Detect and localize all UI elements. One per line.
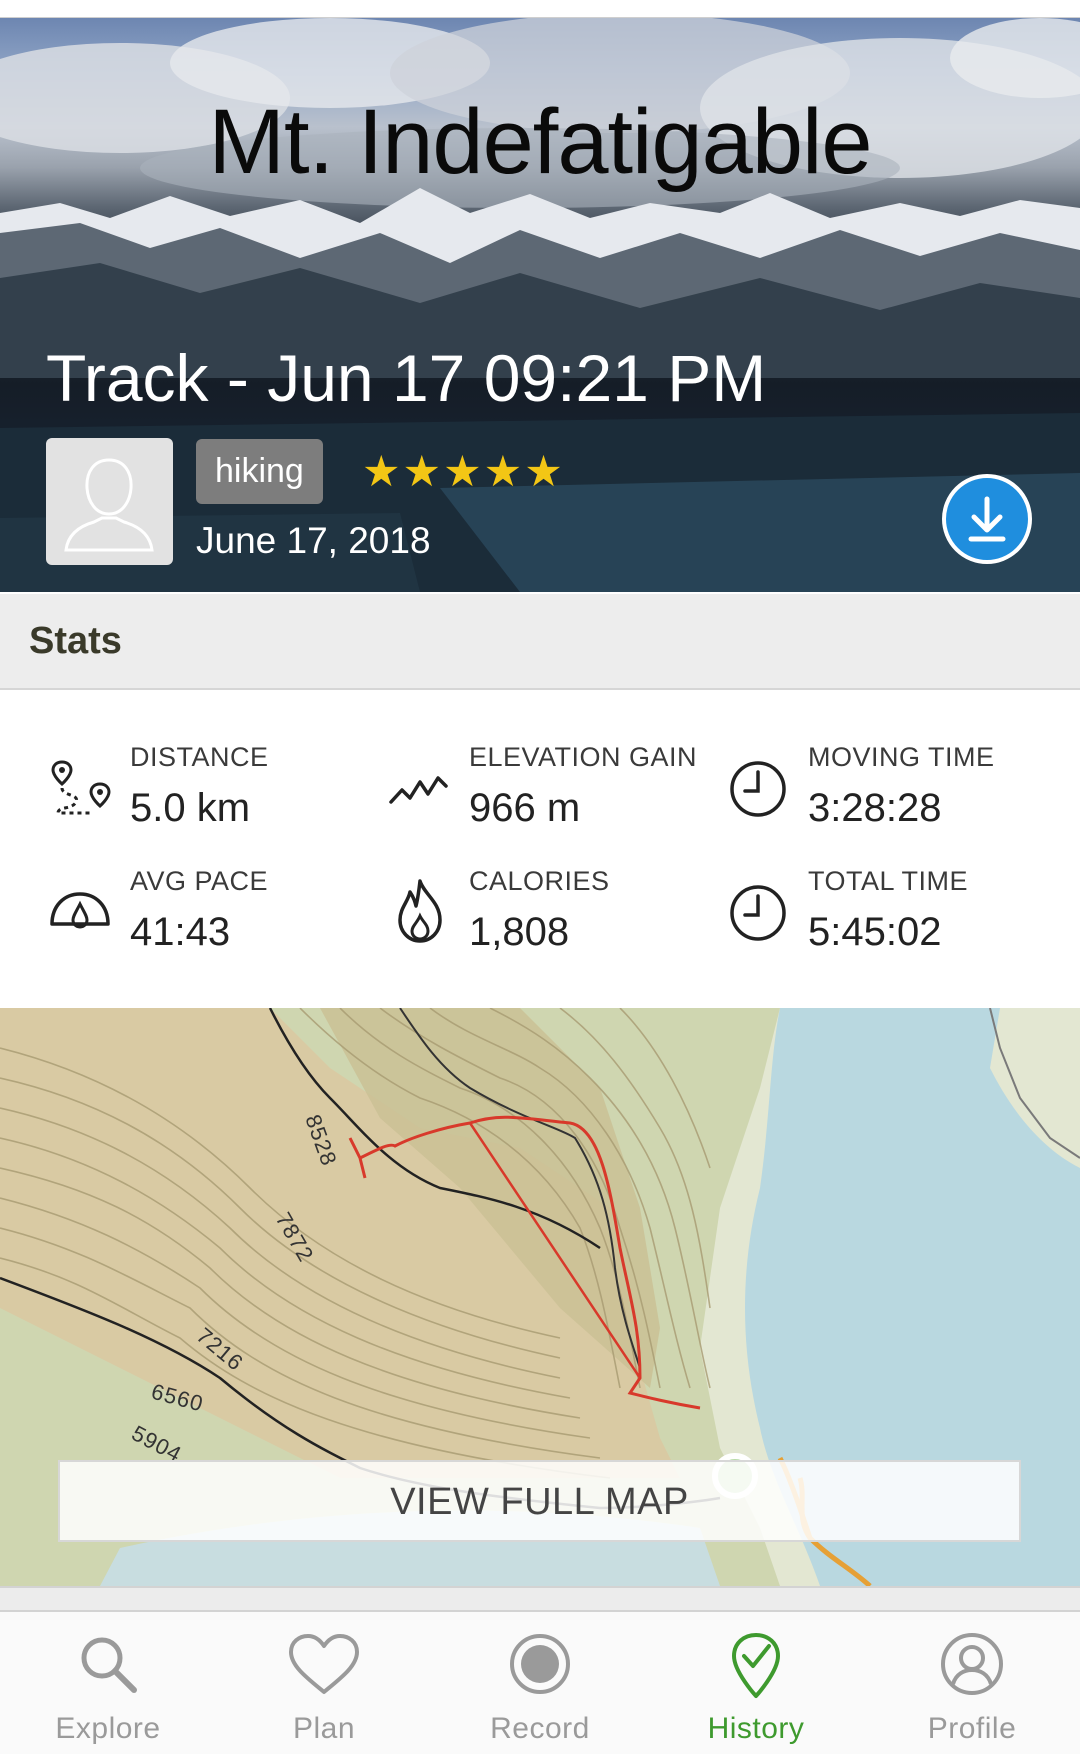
profile-icon — [940, 1632, 1004, 1701]
stat-label-calories: CALORIES — [469, 866, 610, 896]
speedometer-icon — [46, 888, 114, 937]
stats-section-header: Stats — [0, 594, 1080, 690]
stats-header-label: Stats — [29, 620, 122, 662]
clock-icon — [727, 758, 789, 825]
tab-label-profile: Profile — [927, 1712, 1017, 1745]
avatar-placeholder-icon — [64, 458, 154, 552]
flame-icon — [396, 878, 444, 949]
hero-photo: Mt. Indefatigable Track - Jun 17 09:21 P… — [0, 18, 1080, 592]
tab-history[interactable]: History — [648, 1612, 864, 1754]
tabbar-separator — [0, 1586, 1080, 1612]
activity-type-badge: hiking — [196, 439, 323, 504]
avatar[interactable] — [46, 438, 173, 565]
stat-value-total-time: 5:45:02 — [808, 910, 942, 954]
stat-value-calories: 1,808 — [469, 910, 570, 954]
hero-overlay-title: Mt. Indefatigable — [208, 91, 872, 193]
tab-label-plan: Plan — [292, 1712, 356, 1745]
record-icon — [508, 1632, 572, 1701]
tab-label-explore: Explore — [55, 1712, 161, 1745]
stat-label-elevation-gain: ELEVATION GAIN — [469, 742, 698, 772]
download-button[interactable] — [942, 474, 1032, 564]
clock-icon — [727, 882, 789, 949]
tab-label-record: Record — [490, 1712, 590, 1745]
heart-icon — [287, 1632, 361, 1701]
stat-value-moving-time: 3:28:28 — [808, 786, 942, 830]
stat-label-distance: DISTANCE — [130, 742, 269, 772]
distance-pin-icon — [50, 758, 112, 825]
tab-label-history: History — [707, 1712, 805, 1745]
stat-value-distance: 5.0 km — [130, 786, 251, 830]
view-full-map-button[interactable]: VIEW FULL MAP — [58, 1460, 1021, 1542]
status-strip — [0, 0, 1080, 18]
stat-value-avg-pace: 41:43 — [130, 910, 231, 954]
track-title: Track - Jun 17 09:21 PM — [46, 341, 767, 415]
app-screen: Mt. Indefatigable Track - Jun 17 09:21 P… — [0, 0, 1080, 1754]
tab-explore[interactable]: Explore — [0, 1612, 216, 1754]
elevation-zigzag-icon — [388, 768, 450, 813]
bottom-tab-bar: Explore Plan Record History Profile — [0, 1612, 1080, 1754]
stat-value-elevation-gain: 966 m — [469, 786, 581, 830]
stat-label-moving-time: MOVING TIME — [808, 742, 995, 772]
rating-stars: ★★★★★ — [362, 448, 565, 496]
tab-record[interactable]: Record — [432, 1612, 648, 1754]
history-check-pin-icon — [728, 1632, 784, 1705]
tab-plan[interactable]: Plan — [216, 1612, 432, 1754]
tab-profile[interactable]: Profile — [864, 1612, 1080, 1754]
track-date: June 17, 2018 — [196, 520, 431, 561]
download-icon — [968, 496, 1006, 542]
search-icon — [76, 1632, 140, 1701]
stat-label-avg-pace: AVG PACE — [130, 866, 269, 896]
stat-label-total-time: TOTAL TIME — [808, 866, 969, 896]
